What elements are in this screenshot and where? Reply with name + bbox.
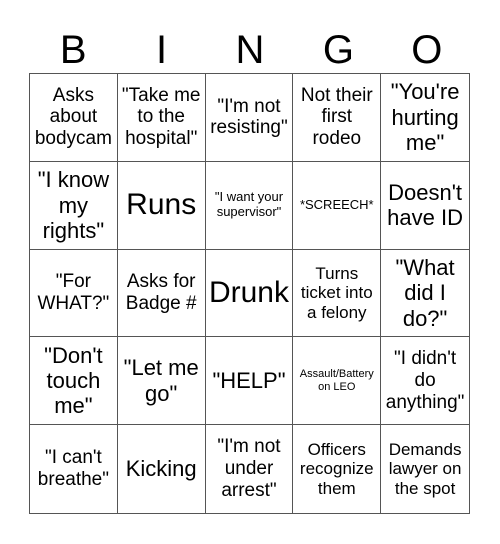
header-letter-o: O <box>411 28 443 72</box>
bingo-cell[interactable]: "I can't breathe" <box>30 425 118 513</box>
bingo-cell[interactable]: "For WHAT?" <box>30 249 118 338</box>
bingo-header: B I N G O <box>29 28 471 72</box>
bingo-cell[interactable]: "Don't touch me" <box>30 337 118 426</box>
bingo-cell[interactable]: *SCREECH* <box>293 161 382 250</box>
bingo-cell[interactable]: Officers recognize them <box>293 425 382 513</box>
bingo-cell[interactable]: "I didn't do anything" <box>381 337 469 426</box>
header-letter-i: I <box>156 28 168 72</box>
bingo-cell[interactable]: Doesn't have ID <box>381 162 469 250</box>
bingo-cell[interactable]: "Let me go" <box>117 337 206 426</box>
bingo-cell[interactable]: Asks about bodycam <box>30 74 118 162</box>
bingo-cell[interactable]: "I'm not under arrest" <box>206 425 294 513</box>
header-letter-b: B <box>59 28 87 72</box>
bingo-cell[interactable]: Kicking <box>118 425 206 513</box>
header-letter-g: G <box>322 28 354 72</box>
bingo-cell[interactable]: "I'm not resisting" <box>205 74 294 162</box>
bingo-cell[interactable]: Assault/Battery on LEO <box>293 337 382 426</box>
bingo-cell[interactable]: "HELP" <box>205 337 294 426</box>
bingo-cell[interactable]: Drunk <box>205 249 294 338</box>
bingo-cell[interactable]: Not their first rodeo <box>293 74 382 162</box>
bingo-cell[interactable]: "What did I do?" <box>381 250 469 338</box>
bingo-cell[interactable]: "Take me to the hospital" <box>117 74 206 162</box>
bingo-cell[interactable]: "You're hurting me" <box>381 74 469 162</box>
header-letter-n: N <box>235 28 265 72</box>
bingo-cell[interactable]: Runs <box>117 161 206 250</box>
bingo-cell[interactable]: Turns ticket into a felony <box>293 249 382 338</box>
bingo-board: Asks about bodycam "Take me to the hospi… <box>29 73 470 514</box>
bingo-cell[interactable]: Demands lawyer on the spot <box>381 425 469 513</box>
bingo-cell[interactable]: "I know my rights" <box>30 161 118 250</box>
bingo-cell[interactable]: "I want your supervisor" <box>205 161 294 250</box>
bingo-cell[interactable]: Asks for Badge # <box>117 249 206 338</box>
